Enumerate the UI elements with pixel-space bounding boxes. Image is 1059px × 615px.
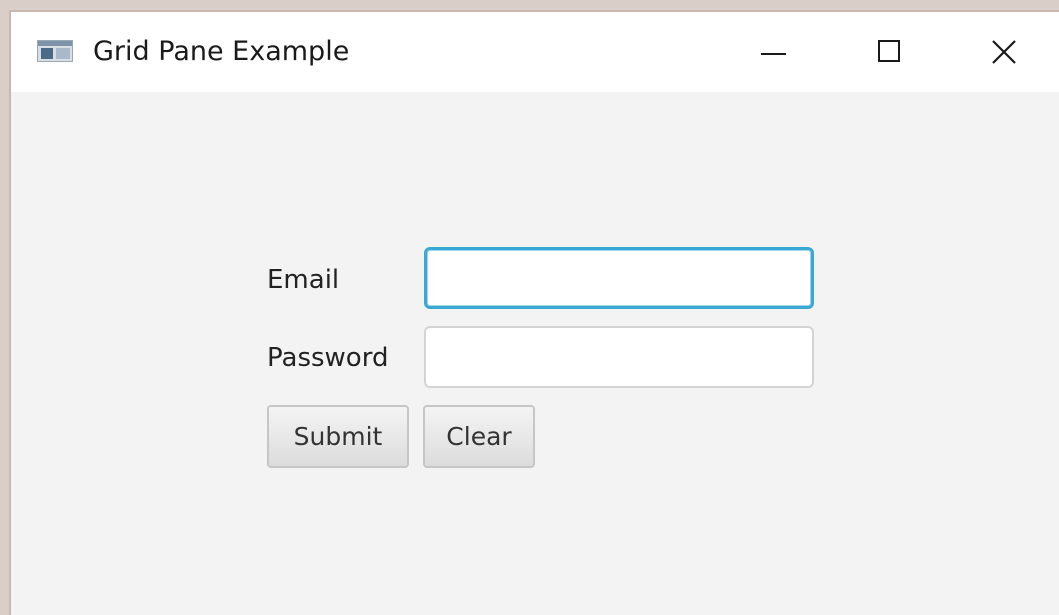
close-icon [992, 40, 1016, 64]
email-field[interactable] [424, 247, 814, 309]
password-field[interactable] [424, 326, 814, 388]
app-window-icon [37, 40, 73, 62]
submit-button[interactable]: Submit [267, 405, 409, 468]
email-label: Email [267, 265, 340, 295]
password-label: Password [267, 343, 389, 373]
maximize-button[interactable] [861, 28, 917, 76]
app-window: Grid Pane Example Email Password Submit … [9, 10, 1059, 615]
minimize-button[interactable] [745, 28, 801, 76]
clear-button[interactable]: Clear [423, 405, 535, 468]
maximize-icon [878, 40, 900, 62]
minimize-icon [761, 53, 786, 55]
window-title: Grid Pane Example [93, 36, 350, 67]
title-bar[interactable]: Grid Pane Example [11, 12, 1059, 92]
close-button[interactable] [975, 28, 1031, 76]
